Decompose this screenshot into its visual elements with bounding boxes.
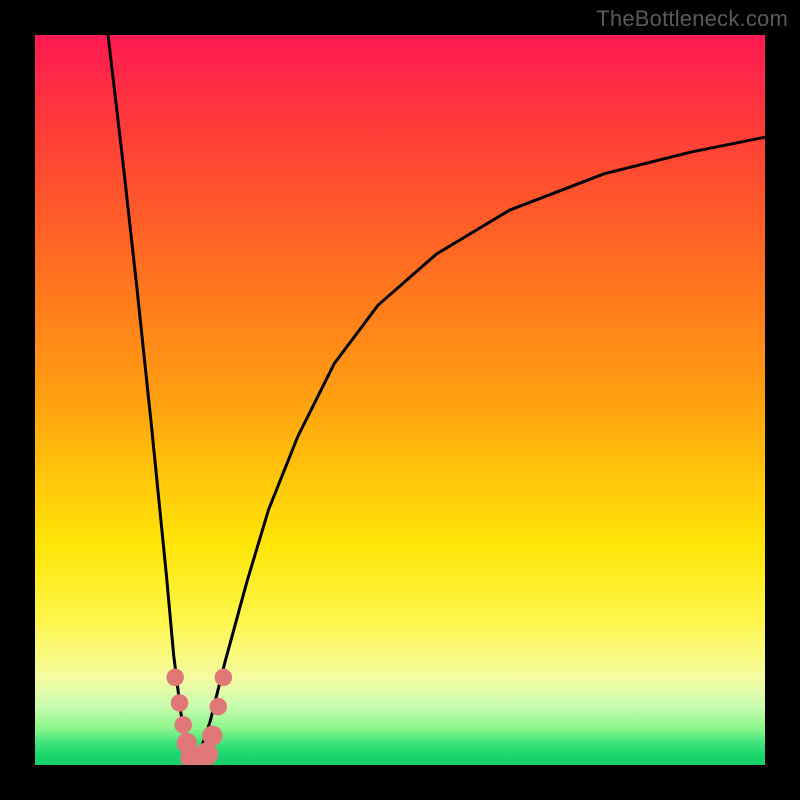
marker-dot — [174, 716, 192, 734]
bottleneck-curve — [35, 35, 765, 765]
marker-dot — [171, 694, 189, 712]
plot-area — [35, 35, 765, 765]
marker-dot — [209, 698, 227, 716]
marker-dot — [202, 726, 222, 746]
chart-frame: TheBottleneck.com — [0, 0, 800, 800]
marker-dot — [195, 742, 218, 765]
bottleneck-v-curve — [108, 35, 765, 765]
watermark-text: TheBottleneck.com — [596, 6, 788, 32]
marker-dot — [166, 669, 184, 687]
marker-dot — [215, 669, 233, 687]
